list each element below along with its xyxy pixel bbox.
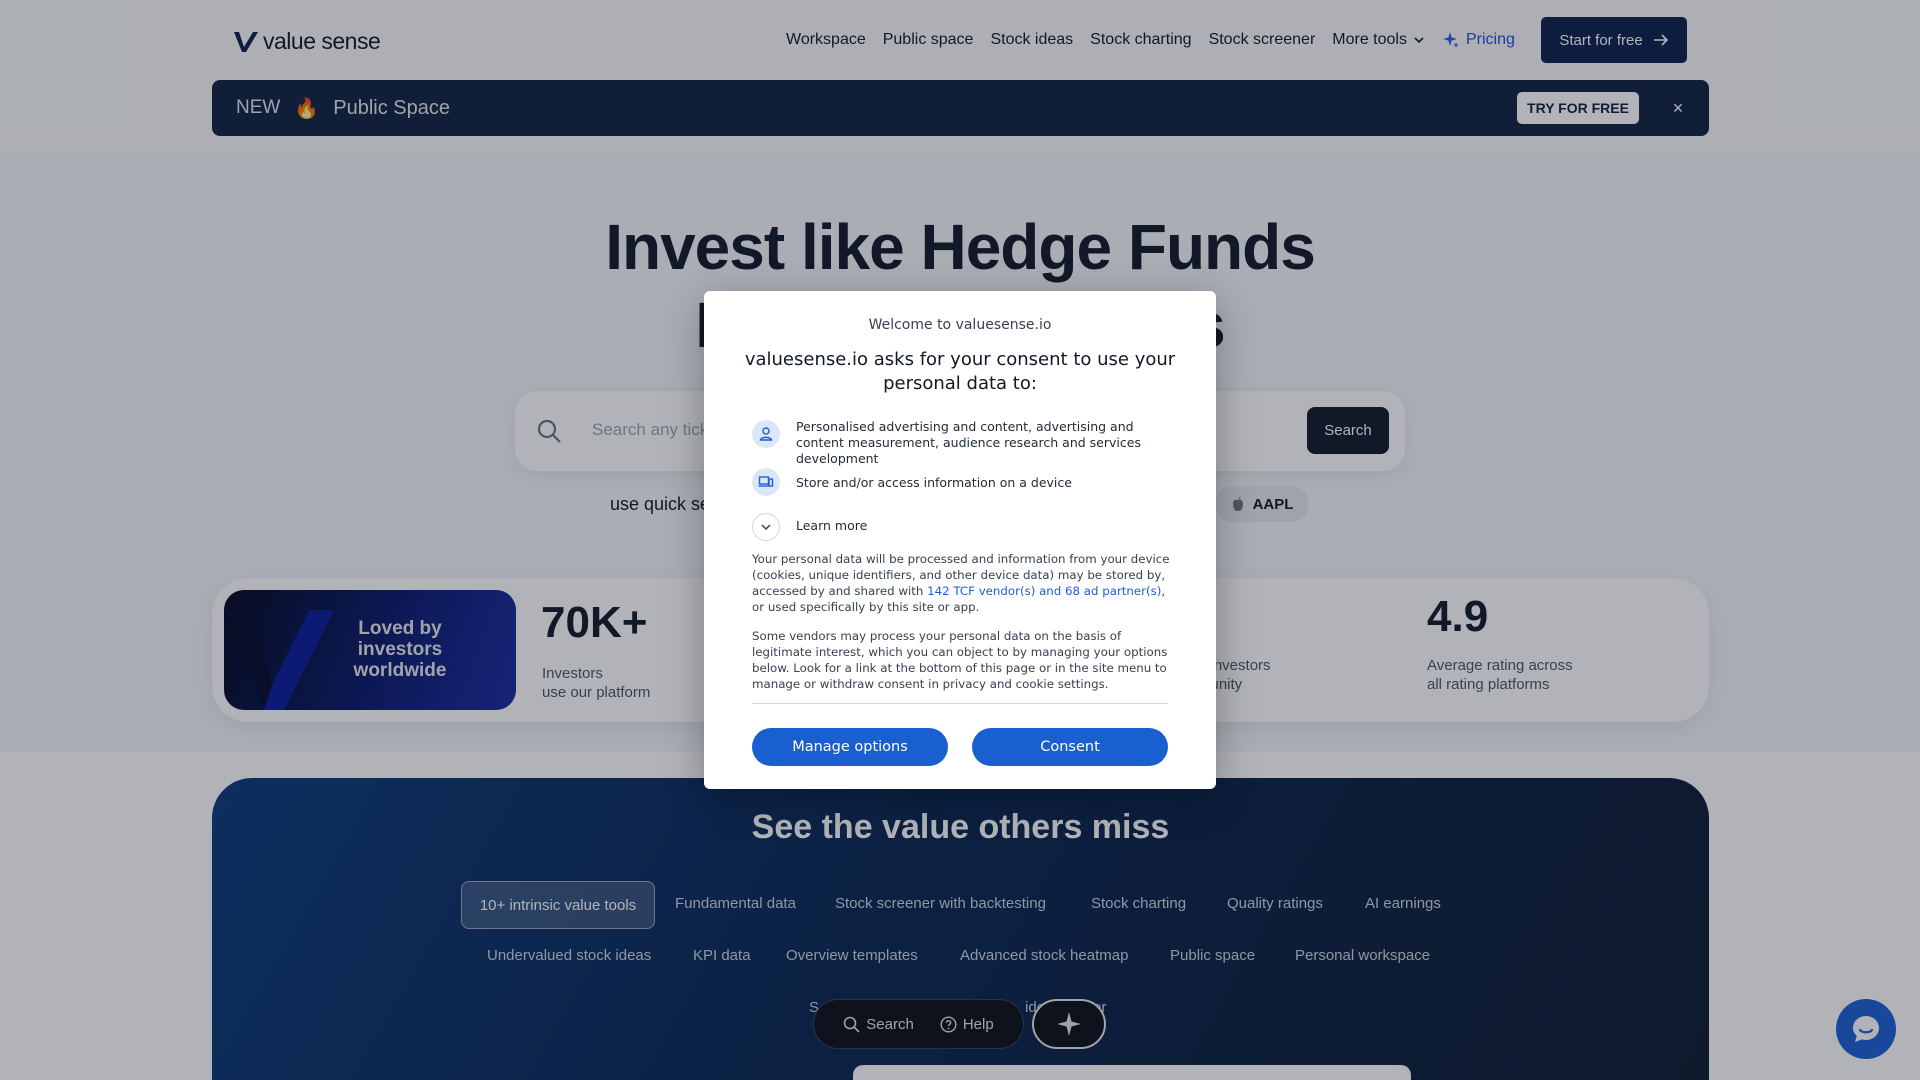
manage-options-button[interactable]: Manage options: [752, 728, 948, 766]
learn-more-toggle[interactable]: Learn more: [796, 518, 867, 533]
device-icon: [752, 468, 780, 496]
divider: [752, 703, 1168, 704]
consent-heading: valuesense.io asks for your consent to u…: [744, 349, 1176, 394]
consent-dialog: Welcome to valuesense.io valuesense.io a…: [704, 291, 1216, 789]
consent-paragraph-2: Some vendors may process your personal d…: [752, 629, 1168, 691]
consent-welcome: Welcome to valuesense.io: [868, 317, 1052, 333]
purpose-store-access: Store and/or access information on a dev…: [796, 475, 1072, 490]
consent-paragraph-1: Your personal data will be processed and…: [752, 551, 1172, 615]
vendors-link[interactable]: 142 TCF vendor(s) and 68 ad partner(s): [927, 584, 1161, 598]
consent-button[interactable]: Consent: [972, 728, 1168, 766]
purpose-personalised-advertising: Personalised advertising and content, ad…: [796, 419, 1141, 466]
person-icon: [752, 420, 780, 448]
chevron-down-icon[interactable]: [752, 513, 780, 541]
